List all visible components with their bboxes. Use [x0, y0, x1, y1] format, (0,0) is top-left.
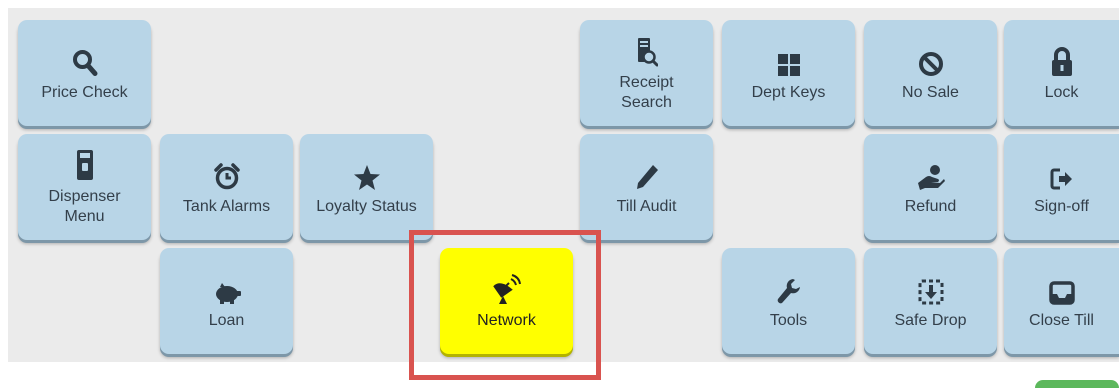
- loan-button[interactable]: Loan: [160, 248, 293, 354]
- network-highlight-frame: [409, 230, 601, 380]
- green-button-edge: [1035, 380, 1119, 388]
- grid-icon: [777, 43, 801, 77]
- lock-button[interactable]: Lock: [1004, 20, 1119, 126]
- loyalty-status-button[interactable]: Loyalty Status: [300, 134, 433, 240]
- dept-keys-label: Dept Keys: [751, 84, 826, 101]
- close-till-label: Close Till: [1029, 312, 1094, 329]
- receipt-search-icon: [636, 33, 658, 67]
- receipt-search-button[interactable]: Receipt Search: [580, 20, 713, 126]
- lock-label: Lock: [1044, 84, 1079, 101]
- piggy-bank-icon: [212, 271, 242, 305]
- safe-drop-icon: [918, 271, 944, 305]
- no-sale-label: No Sale: [902, 84, 959, 101]
- loyalty-status-label: Loyalty Status: [316, 198, 417, 215]
- refund-button[interactable]: Refund: [864, 134, 997, 240]
- tank-alarms-label: Tank Alarms: [182, 198, 271, 215]
- inbox-icon: [1048, 271, 1075, 305]
- lock-icon: [1051, 43, 1073, 77]
- dispenser-icon: [76, 147, 94, 181]
- alarm-clock-icon: [213, 157, 241, 191]
- refund-hand-icon: [916, 157, 946, 191]
- price-check-label: Price Check: [41, 84, 128, 101]
- wrench-icon: [776, 271, 802, 305]
- dispenser-menu-label-line1: Dispenser: [48, 188, 121, 205]
- tools-button[interactable]: Tools: [722, 248, 855, 354]
- ban-icon: [918, 43, 944, 77]
- search-icon: [72, 43, 98, 77]
- star-icon: [353, 157, 381, 191]
- dispenser-menu-button[interactable]: Dispenser Menu: [18, 134, 151, 240]
- close-till-button[interactable]: Close Till: [1004, 248, 1119, 354]
- price-check-button[interactable]: Price Check: [18, 20, 151, 126]
- tools-label: Tools: [769, 312, 808, 329]
- pencil-icon: [634, 157, 660, 191]
- loan-label: Loan: [208, 312, 245, 329]
- no-sale-button[interactable]: No Sale: [864, 20, 997, 126]
- receipt-search-label-line1: Receipt: [619, 74, 674, 91]
- receipt-search-label-line2: Search: [621, 94, 672, 111]
- dispenser-menu-label-line2: Menu: [64, 208, 105, 225]
- till-audit-label: Till Audit: [616, 198, 677, 215]
- sign-off-button[interactable]: Sign-off: [1004, 134, 1119, 240]
- sign-out-icon: [1050, 157, 1074, 191]
- till-audit-button[interactable]: Till Audit: [580, 134, 713, 240]
- dept-keys-button[interactable]: Dept Keys: [722, 20, 855, 126]
- tank-alarms-button[interactable]: Tank Alarms: [160, 134, 293, 240]
- safe-drop-button[interactable]: Safe Drop: [864, 248, 997, 354]
- safe-drop-label: Safe Drop: [894, 312, 967, 329]
- sign-off-label: Sign-off: [1034, 198, 1089, 215]
- refund-label: Refund: [904, 198, 957, 215]
